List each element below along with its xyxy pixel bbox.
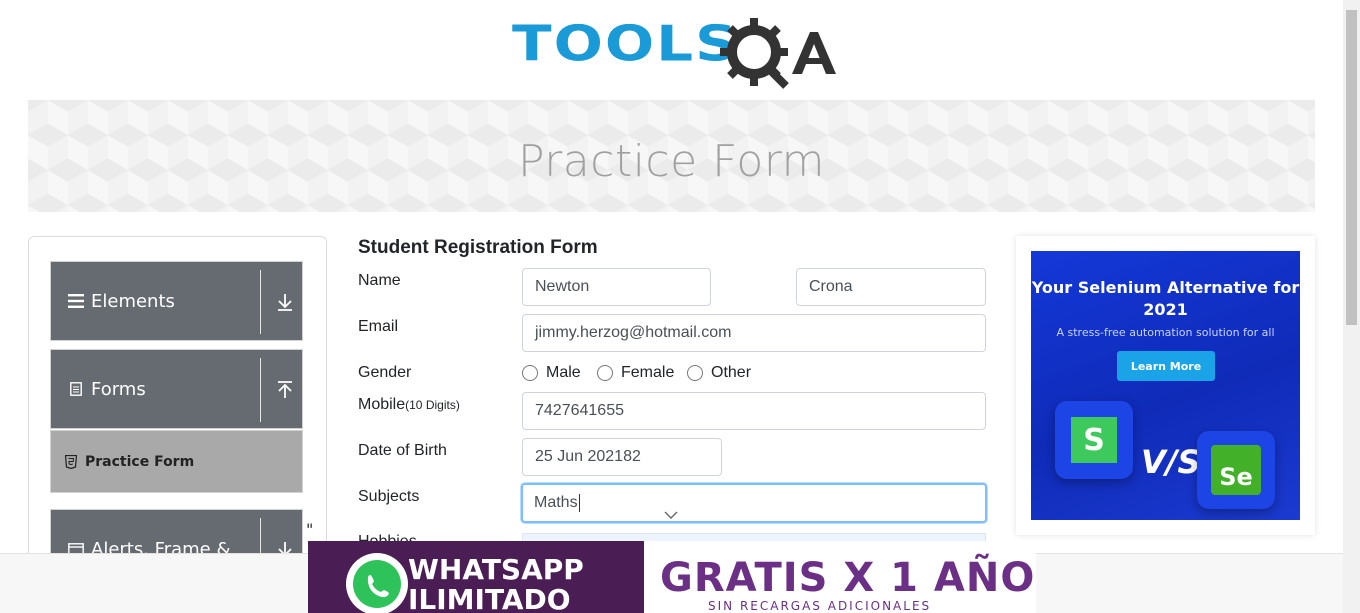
subjects-input[interactable]: Maths <box>521 483 987 523</box>
label-hobbies: Hobbies <box>358 533 417 541</box>
versus-text: V/S <box>1141 443 1201 481</box>
sidebar: Elements Forms Practice Form Alerts, Fra… <box>28 236 327 589</box>
learn-more-button[interactable]: Learn More <box>1117 351 1215 381</box>
sidebar-group-label: Elements <box>91 290 175 312</box>
logo-tools-text: TOOLS <box>512 14 739 73</box>
gender-radio-female[interactable]: Female <box>597 364 674 382</box>
side-ad-card[interactable]: Your Selenium Alternative for 2021 A str… <box>1016 236 1315 535</box>
sidebar-group-label: Forms <box>91 378 146 400</box>
radio-label: Other <box>711 364 752 381</box>
bottom-ad-banner[interactable]: WHATSAPP ILIMITADO GRATIS X 1 AÑO SIN RE… <box>308 541 1036 613</box>
bottom-ad-left-text: WHATSAPP ILIMITADO <box>408 555 584 613</box>
sidebar-item-label: Practice Form <box>85 453 195 470</box>
download-arrow-icon <box>278 294 292 311</box>
radio-circle[interactable] <box>597 365 613 381</box>
subjects-input-value: Maths <box>534 494 578 511</box>
bottom-ad-right: GRATIS X 1 AÑO SIN RECARGAS ADICIONALES <box>644 541 1036 613</box>
bottom-ad-headline: GRATIS X 1 AÑO <box>660 555 1036 601</box>
radio-label: Male <box>546 364 581 381</box>
chevron-down-icon[interactable] <box>664 510 678 520</box>
date-of-birth-input[interactable]: 25 Jun 202182 <box>522 438 722 476</box>
label-gender: Gender <box>358 364 412 381</box>
label-email: Email <box>358 318 399 335</box>
label-mobile-text: Mobile <box>358 396 406 413</box>
first-name-input[interactable]: Newton <box>522 268 711 306</box>
bottom-ad-line-2: ILIMITADO <box>408 583 571 613</box>
last-name-input[interactable]: Crona <box>796 268 986 306</box>
label-mobile-hint: (10 Digits) <box>405 398 460 412</box>
toolsqa-logo[interactable]: TOOLS <box>512 14 836 90</box>
katalon-logo: S <box>1071 417 1117 463</box>
document-icon <box>67 380 85 398</box>
bottom-ad-subtext: SIN RECARGAS ADICIONALES <box>708 599 932 613</box>
label-mobile: Mobile(10 Digits) <box>358 396 460 414</box>
radio-circle[interactable] <box>522 365 538 381</box>
upload-arrow-icon <box>278 381 292 398</box>
side-ad-title: Your Selenium Alternative for 2021 <box>1031 278 1300 319</box>
email-input[interactable]: jimmy.herzog@hotmail.com <box>522 314 986 352</box>
selenium-tile: Se <box>1197 431 1275 509</box>
label-dob: Date of Birth <box>358 442 447 459</box>
stray-text: " <box>306 520 314 539</box>
page-title: Practice Form <box>517 135 826 187</box>
gender-radio-other[interactable]: Other <box>687 364 751 382</box>
bottom-ad-left: WHATSAPP ILIMITADO <box>308 541 644 613</box>
hamburger-icon <box>67 292 85 310</box>
form-title: Student Registration Form <box>358 237 598 258</box>
side-ad-subtitle: A stress-free automation solution for al… <box>1056 326 1275 339</box>
gender-radio-male[interactable]: Male <box>522 364 581 382</box>
side-ad-banner[interactable]: Your Selenium Alternative for 2021 A str… <box>1031 251 1300 520</box>
katalon-tile: S <box>1055 401 1133 479</box>
bottom-ad-line-1: WHATSAPP <box>408 553 584 586</box>
mobile-input[interactable]: 7427641655 <box>522 392 986 430</box>
label-subjects: Subjects <box>358 488 420 505</box>
radio-circle[interactable] <box>687 365 703 381</box>
text-caret <box>578 494 580 512</box>
selenium-logo: Se <box>1211 445 1261 495</box>
sidebar-group-forms[interactable]: Forms <box>50 349 303 429</box>
sidebar-item-practice-form[interactable]: Practice Form <box>50 430 303 493</box>
page-banner: Practice Form <box>28 100 1315 212</box>
whatsapp-icon <box>346 553 408 613</box>
radio-label: Female <box>621 364 675 381</box>
label-name: Name <box>358 272 401 289</box>
logo-qa-graphic <box>720 18 836 89</box>
sidebar-group-elements[interactable]: Elements <box>50 261 303 341</box>
html5-icon <box>65 454 77 469</box>
scrollbar-thumb[interactable] <box>1346 10 1357 325</box>
